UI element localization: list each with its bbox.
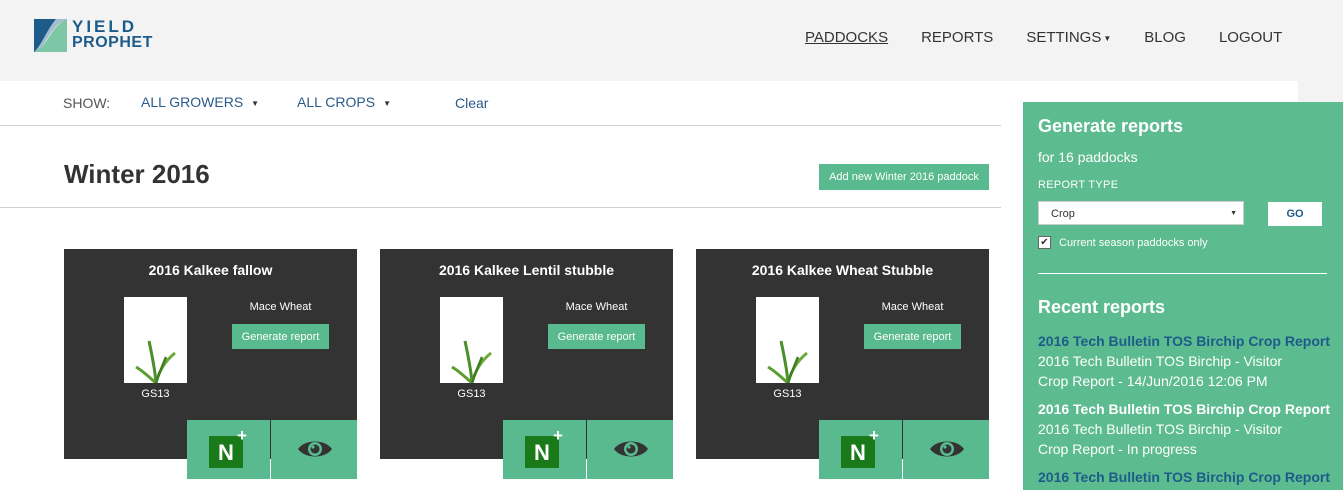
crop-name: Mace Wheat xyxy=(881,301,944,313)
crops-filter-dropdown[interactable]: ALL CROPS ▼ xyxy=(297,94,391,110)
generate-report-button[interactable]: Generate report xyxy=(232,324,329,349)
crop-thumbnail[interactable] xyxy=(440,297,503,383)
paddock-title: 2016 Kalkee Wheat Stubble xyxy=(751,262,934,278)
add-nitrogen-button[interactable]: N + xyxy=(503,420,586,479)
growth-stage-label: GS13 xyxy=(773,388,802,400)
wheat-seedling-icon xyxy=(767,340,808,383)
logo-line-2: PROPHET xyxy=(72,34,153,51)
report-type-select[interactable]: Crop ▼ xyxy=(1038,201,1244,225)
nav-blog[interactable]: BLOG xyxy=(1144,29,1186,46)
current-season-checkbox-row[interactable]: ✔ Current season paddocks only xyxy=(1038,236,1208,249)
eye-icon xyxy=(298,441,332,457)
recent-report-status: Crop Report - In progress xyxy=(1038,441,1197,457)
caret-down-icon: ▼ xyxy=(383,98,391,108)
recent-report-item: 2016 Tech Bulletin TOS Birchip Crop Repo… xyxy=(1038,467,1338,487)
growers-filter-dropdown[interactable]: ALL GROWERS ▼ xyxy=(141,94,259,110)
paddock-card: 2016 Kalkee Lentil stubble GS13 Mace Whe… xyxy=(380,249,673,479)
crop-name: Mace Wheat xyxy=(249,301,312,313)
filter-bar: SHOW: ALL GROWERS ▼ ALL CROPS ▼ Clear xyxy=(0,81,1001,126)
crops-filter-label: ALL CROPS xyxy=(297,94,376,110)
growth-stage-label: GS13 xyxy=(457,388,486,400)
yield-prophet-logo[interactable]: YIELD PROPHET xyxy=(34,17,153,52)
add-nitrogen-button[interactable]: N + xyxy=(819,420,902,479)
page-title-row: Winter 2016 Add new Winter 2016 paddock xyxy=(0,126,1001,208)
paddock-card: 2016 Kalkee fallow GS13 Mace Wheat Gener… xyxy=(64,249,357,479)
top-header: YIELD PROPHET PADDOCKS REPORTS SETTINGS ▼… xyxy=(0,0,1343,81)
plus-icon: + xyxy=(869,426,879,445)
recent-report-link[interactable]: 2016 Tech Bulletin TOS Birchip Crop Repo… xyxy=(1038,467,1338,487)
paddock-count-text: for 16 paddocks xyxy=(1038,149,1138,165)
recent-report-detail: 2016 Tech Bulletin TOS Birchip - Visitor xyxy=(1038,353,1283,369)
nav-reports[interactable]: REPORTS xyxy=(921,29,993,46)
growers-filter-label: ALL GROWERS xyxy=(141,94,244,110)
recent-report-link[interactable]: 2016 Tech Bulletin TOS Birchip Crop Repo… xyxy=(1038,399,1338,419)
checkbox[interactable]: ✔ xyxy=(1038,236,1051,249)
report-type-label: REPORT TYPE xyxy=(1038,179,1119,191)
caret-down-icon: ▼ xyxy=(1103,33,1112,43)
growth-stage-label: GS13 xyxy=(141,388,170,400)
add-nitrogen-button[interactable]: N + xyxy=(187,420,270,479)
plus-icon: + xyxy=(553,426,563,445)
plus-icon: + xyxy=(237,426,247,445)
view-paddock-button[interactable] xyxy=(903,420,989,479)
caret-down-icon: ▼ xyxy=(251,98,260,108)
logo-mark-icon xyxy=(34,19,67,52)
checkbox-label: Current season paddocks only xyxy=(1059,236,1208,249)
nav-settings-label: SETTINGS xyxy=(1026,29,1102,46)
view-paddock-button[interactable] xyxy=(587,420,673,479)
nav-paddocks[interactable]: PADDOCKS xyxy=(805,29,888,46)
wheat-seedling-icon xyxy=(135,340,176,383)
crop-name: Mace Wheat xyxy=(565,301,628,313)
recent-report-status: Crop Report - 14/Jun/2016 12:06 PM xyxy=(1038,373,1268,389)
wheat-seedling-icon xyxy=(451,340,492,383)
recent-report-item: 2016 Tech Bulletin TOS Birchip Crop Repo… xyxy=(1038,399,1338,459)
report-type-value: Crop xyxy=(1051,208,1075,220)
go-button[interactable]: GO xyxy=(1268,202,1322,226)
generate-report-button[interactable]: Generate report xyxy=(548,324,645,349)
show-label: SHOW: xyxy=(63,95,111,111)
nav-logout[interactable]: LOGOUT xyxy=(1219,29,1282,46)
caret-down-icon: ▼ xyxy=(1230,210,1237,217)
clear-filters-link[interactable]: Clear xyxy=(455,95,488,111)
recent-report-link[interactable]: 2016 Tech Bulletin TOS Birchip Crop Repo… xyxy=(1038,331,1338,351)
recent-report-item: 2016 Tech Bulletin TOS Birchip Crop Repo… xyxy=(1038,331,1338,391)
eye-icon xyxy=(614,441,648,457)
divider xyxy=(1038,273,1327,274)
logo-text: YIELD PROPHET xyxy=(72,17,153,51)
page-title: Winter 2016 xyxy=(64,159,210,189)
nav-settings[interactable]: SETTINGS ▼ xyxy=(1026,29,1111,46)
generate-reports-panel: Generate reports for 16 paddocks REPORT … xyxy=(1023,102,1343,490)
crop-thumbnail[interactable] xyxy=(124,297,187,383)
paddock-title: 2016 Kalkee Lentil stubble xyxy=(438,262,615,278)
generate-report-button[interactable]: Generate report xyxy=(864,324,961,349)
paddock-title: 2016 Kalkee fallow xyxy=(148,262,273,278)
logo-line-1: YIELD xyxy=(72,17,138,36)
add-paddock-button[interactable]: Add new Winter 2016 paddock xyxy=(819,164,989,190)
panel-title: Generate reports xyxy=(1038,116,1184,136)
main-nav: PADDOCKS REPORTS SETTINGS ▼ BLOG LOGOUT xyxy=(805,29,1315,46)
recent-report-detail: 2016 Tech Bulletin TOS Birchip - Visitor xyxy=(1038,421,1283,437)
crop-thumbnail[interactable] xyxy=(756,297,819,383)
paddock-card: 2016 Kalkee Wheat Stubble GS13 Mace Whea… xyxy=(696,249,989,479)
view-paddock-button[interactable] xyxy=(271,420,357,479)
eye-icon xyxy=(930,441,964,457)
recent-reports-title: Recent reports xyxy=(1038,297,1166,317)
